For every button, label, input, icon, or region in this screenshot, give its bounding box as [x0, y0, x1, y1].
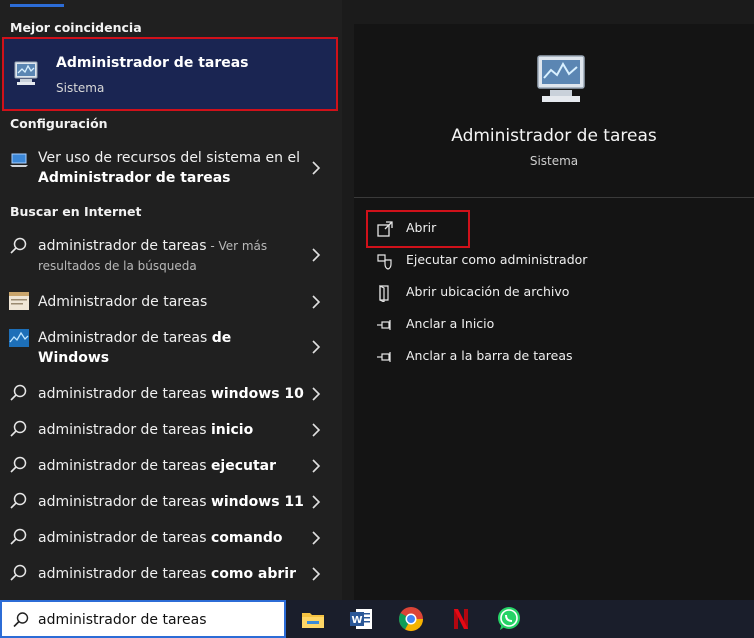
web-result-text: administrador de tareas — [38, 238, 207, 254]
web-result-text: administrador de tareas — [38, 566, 211, 582]
web-result-item[interactable]: administrador de tareas windows 10 — [0, 382, 342, 406]
details-title: Administrador de tareas — [451, 126, 657, 146]
chevron-right-icon[interactable] — [311, 387, 321, 401]
search-icon — [10, 564, 27, 581]
web-result-text: administrador de tareas — [38, 386, 211, 402]
web-result-line2: Windows — [38, 350, 110, 366]
web-result-item[interactable]: administrador de tareas - Ver más result… — [0, 234, 342, 278]
web-result-item[interactable]: administrador de tareas comando — [0, 526, 342, 550]
pin-icon — [377, 352, 391, 362]
web-result-item[interactable]: administrador de tareas inicio — [0, 418, 342, 442]
action-label: Ejecutar como administrador — [406, 252, 588, 267]
best-match-subtitle: Sistema — [56, 81, 105, 95]
web-result-bold: comando — [210, 530, 283, 546]
web-result-text: Administrador de tareas — [38, 294, 208, 310]
web-result-bold: de — [211, 330, 232, 346]
settings-item-line2: Administrador de tareas — [38, 170, 231, 186]
open-icon — [377, 221, 393, 237]
taskbar-search-box[interactable]: administrador de tareas — [0, 600, 286, 638]
web-result-bold: inicio — [210, 422, 254, 438]
web-result-item[interactable]: Administrador de tareas — [0, 290, 342, 314]
chevron-right-icon[interactable] — [311, 531, 321, 545]
settings-item-line1: Ver uso de recursos del sistema en el — [38, 150, 300, 166]
taskbar: administrador de tareas W — [0, 600, 754, 638]
search-icon — [10, 456, 27, 473]
web-thumbnail-icon — [9, 292, 29, 310]
web-result-suffix: - Ver más — [206, 239, 268, 253]
web-result-item[interactable]: administrador de tareas windows 11 — [0, 490, 342, 514]
action-label: Abrir ubicación de archivo — [406, 284, 570, 299]
chevron-right-icon[interactable] — [311, 161, 321, 175]
laptop-icon — [10, 153, 28, 167]
action-pin-to-taskbar[interactable]: Anclar a la barra de tareas — [354, 345, 754, 369]
action-label: Anclar a Inicio — [406, 316, 495, 331]
search-icon — [10, 420, 27, 437]
search-icon — [10, 384, 27, 401]
web-result-text: Administrador de tareas — [38, 330, 212, 346]
active-tab-indicator — [10, 4, 64, 7]
chevron-right-icon[interactable] — [311, 423, 321, 437]
svg-text:W: W — [351, 615, 362, 626]
whatsapp-icon[interactable] — [495, 605, 523, 633]
web-result-bold: ejecutar — [210, 458, 277, 474]
web-result-text: administrador de tareas — [38, 422, 211, 438]
settings-item[interactable]: Ver uso de recursos del sistema en el Ad… — [0, 146, 342, 190]
details-pane: Administrador de tareas Sistema Abrir Ej… — [354, 24, 754, 600]
action-label: Abrir — [406, 220, 437, 235]
web-result-item[interactable]: administrador de tareas ejecutar — [0, 454, 342, 478]
action-label: Anclar a la barra de tareas — [406, 348, 573, 363]
web-result-text: administrador de tareas — [38, 530, 211, 546]
chevron-right-icon[interactable] — [311, 567, 321, 581]
web-thumbnail-icon — [9, 329, 29, 347]
search-icon — [10, 237, 27, 254]
chrome-icon[interactable] — [397, 605, 425, 633]
search-input[interactable]: administrador de tareas — [38, 612, 207, 628]
chevron-right-icon[interactable] — [311, 459, 321, 473]
web-result-text: administrador de tareas — [38, 494, 211, 510]
action-open-file-location[interactable]: Abrir ubicación de archivo — [354, 281, 754, 305]
results-pane: Mejor coincidencia Administrador de tare… — [0, 0, 342, 600]
web-search-header: Buscar en Internet — [10, 204, 142, 219]
search-icon — [10, 528, 27, 545]
file-explorer-icon[interactable] — [299, 605, 327, 633]
task-manager-icon — [14, 61, 38, 85]
web-result-item[interactable]: administrador de tareas como abrir — [0, 562, 342, 586]
action-run-as-admin[interactable]: Ejecutar como administrador — [354, 249, 754, 273]
best-match-header: Mejor coincidencia — [10, 20, 142, 35]
file-location-icon — [379, 285, 389, 302]
chevron-right-icon[interactable] — [311, 295, 321, 309]
best-match-title: Administrador de tareas — [56, 55, 249, 71]
settings-header: Configuración — [10, 116, 108, 131]
web-result-bold: windows 10 — [210, 386, 304, 402]
details-subtitle: Sistema — [529, 154, 579, 168]
chevron-right-icon[interactable] — [311, 340, 321, 354]
netflix-icon[interactable] — [447, 605, 475, 633]
best-match-item[interactable]: Administrador de tareas Sistema — [2, 37, 338, 111]
chevron-right-icon[interactable] — [311, 495, 321, 509]
word-icon[interactable]: W — [347, 605, 375, 633]
search-icon — [13, 612, 29, 628]
web-result-item[interactable]: Administrador de tareas de Windows — [0, 326, 342, 370]
action-pin-to-start[interactable]: Anclar a Inicio — [354, 313, 754, 337]
web-result-bold: windows 11 — [210, 494, 304, 510]
pin-icon — [377, 320, 391, 330]
web-result-bold: como abrir — [210, 566, 297, 582]
web-result-text: administrador de tareas — [38, 458, 211, 474]
shield-icon — [377, 254, 392, 270]
web-result-line2: resultados de la búsqueda — [38, 259, 197, 273]
search-window: Mejor coincidencia Administrador de tare… — [0, 0, 754, 638]
search-icon — [10, 492, 27, 509]
chevron-right-icon[interactable] — [311, 248, 321, 262]
divider — [354, 197, 754, 198]
action-open[interactable]: Abrir — [354, 217, 754, 241]
task-manager-icon — [537, 55, 585, 102]
